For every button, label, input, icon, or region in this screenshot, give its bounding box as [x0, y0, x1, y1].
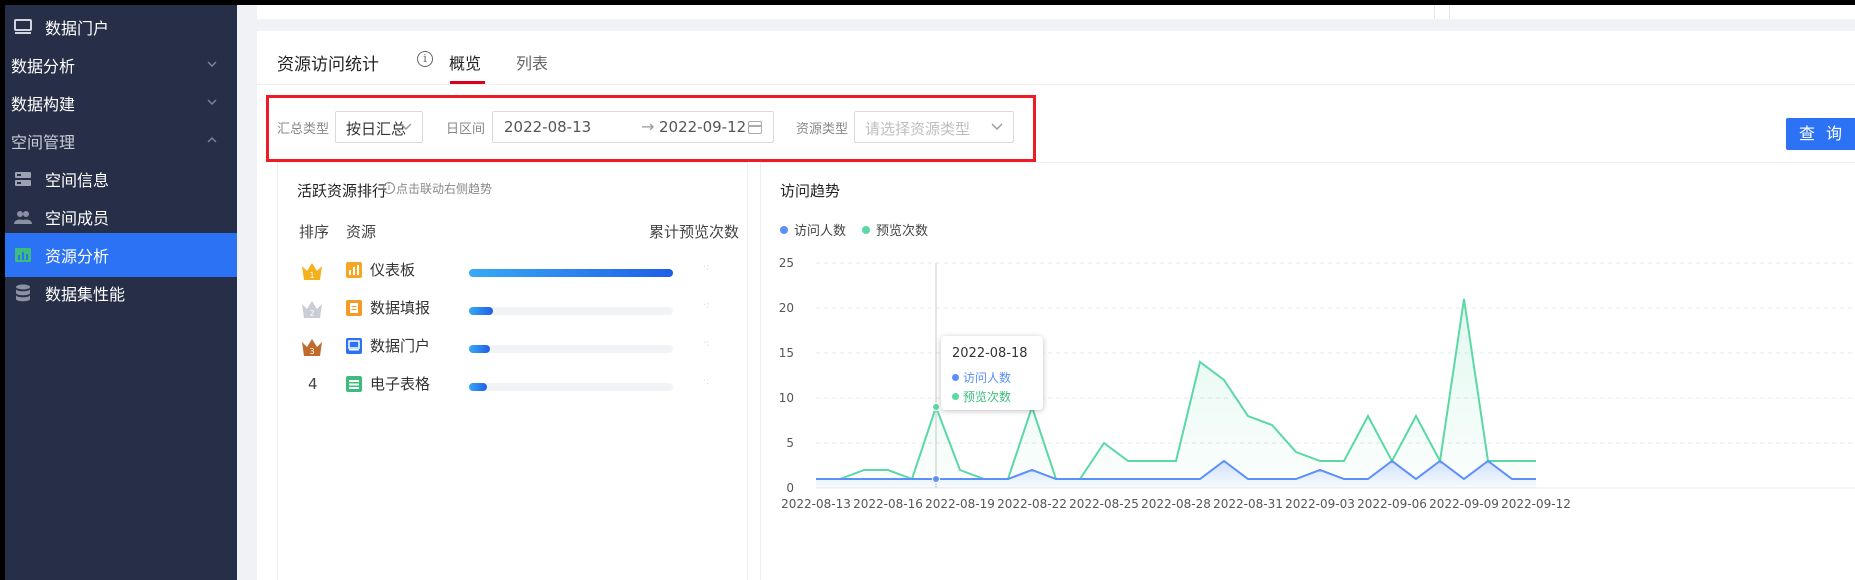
x-tick-label: 2022-08-28	[1141, 497, 1211, 511]
progress-track	[469, 269, 673, 277]
sidebar-item-label: 数据构建	[11, 95, 76, 114]
resource-stats-card: 资源访问统计 i 概览 列表 汇总类型 按日汇总 日区间 2022-08-13 …	[257, 31, 1855, 580]
ranking-row[interactable]: 2 数据填报 ·:	[278, 296, 747, 326]
query-button[interactable]: 查 询	[1786, 118, 1855, 150]
progress-bar	[469, 269, 673, 277]
tooltip-label: 预览次数	[963, 390, 1012, 404]
resource-name: 数据门户	[370, 337, 431, 355]
tab-list[interactable]: 列表	[516, 50, 548, 74]
chevron-down-icon	[207, 93, 219, 113]
sidebar-item-label: 数据分析	[11, 57, 76, 76]
tooltip-row-visitors: 访问人数	[952, 369, 1011, 386]
visit-trend-panel: 访问趋势 访问人数 预览次数 0 5 10 15 20 25 2022-08-13 2022-…	[760, 162, 1855, 580]
chevron-up-icon	[207, 131, 219, 151]
resource-name: 数据填报	[370, 299, 431, 317]
silver-crown-icon: 2	[300, 298, 324, 320]
sidebar-item-dataset-performance[interactable]: 数据集性能	[5, 271, 237, 315]
tab-overview[interactable]: 概览	[449, 50, 481, 74]
progress-track	[469, 383, 673, 391]
data-point	[932, 403, 940, 411]
main-content: 资源访问统计 i 概览 列表 汇总类型 按日汇总 日区间 2022-08-13 …	[237, 5, 1855, 580]
chart-tooltip: 2022-08-18 访问人数 预览次数	[941, 336, 1043, 410]
ranking-row[interactable]: 1 仪表板 ·:	[278, 258, 747, 288]
info-icon[interactable]: i	[417, 51, 433, 67]
monitor-icon	[13, 18, 33, 36]
x-tick-label: 2022-09-12	[1501, 497, 1571, 511]
data-point	[932, 475, 940, 483]
progress-track	[469, 307, 673, 315]
tooltip-dot	[952, 374, 959, 381]
database-icon	[13, 284, 33, 302]
view-count: ·:	[703, 262, 710, 273]
rank-number: 4	[308, 375, 318, 393]
sidebar-item-label: 空间信息	[45, 171, 110, 190]
sidebar-item-label: 资源分析	[45, 247, 110, 266]
chevron-down-icon	[207, 55, 219, 75]
divider	[1449, 5, 1450, 19]
page-title: 资源访问统计	[277, 55, 379, 75]
column-header-rank: 排序	[299, 223, 330, 241]
divider	[257, 84, 1855, 85]
progress-bar	[469, 307, 494, 315]
ranking-hint: 点击联动右侧趋势	[396, 182, 493, 196]
tooltip-date: 2022-08-18	[952, 346, 1028, 361]
column-header-resource: 资源	[346, 223, 377, 241]
view-count: ·:	[703, 300, 710, 311]
form-icon	[346, 300, 362, 316]
x-tick-label: 2022-09-06	[1357, 497, 1427, 511]
tooltip-label: 访问人数	[963, 371, 1012, 385]
y-tick-label: 0	[786, 481, 794, 495]
active-resource-ranking: 活跃资源排行 i 点击联动右侧趋势 排序 资源 累计预览次数 1 仪表板 ·: …	[277, 162, 748, 580]
svg-text:3: 3	[309, 347, 314, 356]
ranking-row[interactable]: 3 数据门户 ·:	[278, 334, 747, 364]
chart-icon	[13, 246, 33, 264]
y-tick-label: 10	[779, 391, 794, 405]
y-tick-label: 15	[779, 346, 794, 360]
progress-bar	[469, 345, 491, 353]
tooltip-row-views: 预览次数	[952, 388, 1011, 405]
spreadsheet-icon	[346, 376, 362, 392]
sidebar-item-label: 空间成员	[45, 209, 110, 228]
column-header-views: 累计预览次数	[649, 223, 740, 241]
x-tick-label: 2022-08-31	[1213, 497, 1283, 511]
divider	[1434, 5, 1435, 19]
info-icon: i	[383, 182, 395, 194]
progress-track	[469, 345, 673, 353]
users-icon	[13, 208, 33, 226]
resource-name: 电子表格	[370, 375, 431, 393]
view-count: ·:	[703, 376, 710, 387]
dashboard-icon	[346, 262, 362, 278]
svg-text:1: 1	[309, 271, 314, 280]
top-card	[257, 5, 1855, 19]
x-tick-label: 2022-08-25	[1069, 497, 1139, 511]
filter-highlight-box	[266, 95, 1036, 162]
sidebar-item-label: 空间管理	[11, 133, 76, 152]
x-tick-label: 2022-08-19	[925, 497, 995, 511]
ranking-row[interactable]: 4 电子表格 ·:	[278, 372, 747, 402]
view-count: ·:	[703, 338, 710, 349]
sidebar-item-label: 数据门户	[45, 19, 110, 38]
x-tick-label: 2022-08-13	[781, 497, 851, 511]
gold-crown-icon: 1	[300, 260, 324, 282]
trend-chart[interactable]: 0 5 10 15 20 25 2022-08-13 2022-08-16 2022-08-19…	[761, 163, 1855, 580]
sidebar-item-label: 数据集性能	[45, 285, 126, 304]
y-tick-label: 5	[786, 436, 794, 450]
resource-name: 仪表板	[370, 261, 416, 279]
tooltip-dot	[952, 393, 959, 400]
x-tick-label: 2022-09-09	[1429, 497, 1499, 511]
bronze-crown-icon: 3	[300, 336, 324, 358]
sidebar: 数据门户 数据分析 数据构建 空间管理 空间信息 空间成员 资源分析 数据集性能	[5, 5, 237, 580]
y-tick-label: 25	[779, 256, 794, 270]
x-tick-label: 2022-08-16	[853, 497, 923, 511]
monitor-icon	[346, 338, 362, 354]
svg-text:2: 2	[309, 309, 314, 318]
x-tick-label: 2022-09-03	[1285, 497, 1355, 511]
ranking-title: 活跃资源排行	[297, 182, 388, 200]
server-icon	[13, 170, 33, 188]
progress-bar	[469, 383, 488, 391]
y-tick-label: 20	[779, 301, 794, 315]
x-tick-label: 2022-08-22	[997, 497, 1067, 511]
